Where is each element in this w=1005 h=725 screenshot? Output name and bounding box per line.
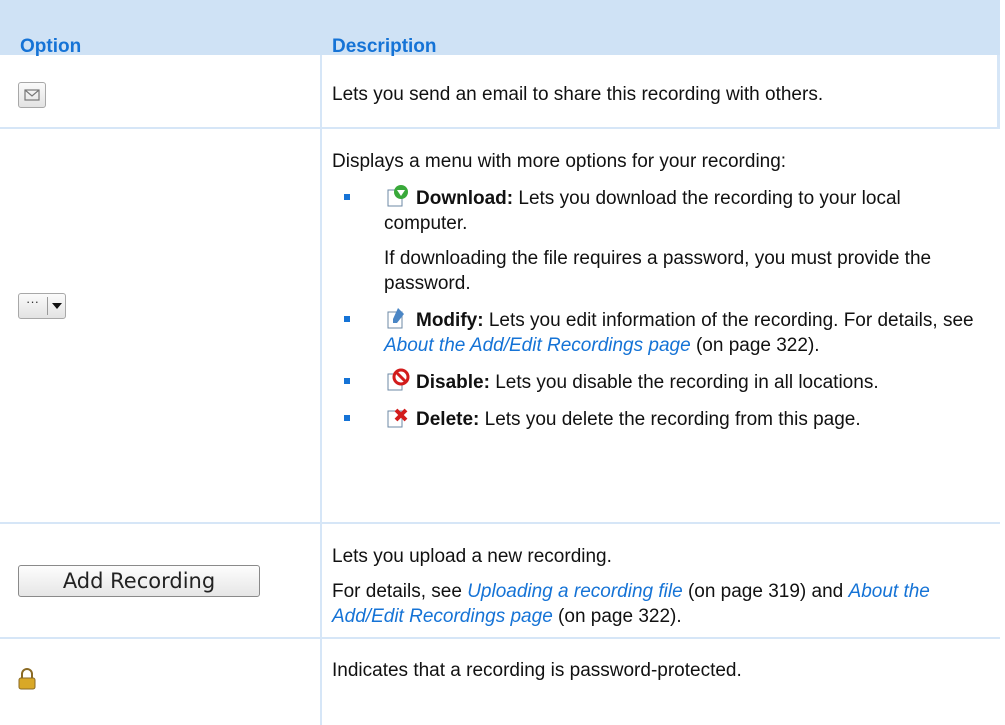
disable-icon: [387, 368, 410, 391]
bullet: [344, 378, 350, 384]
envelope-icon: [24, 89, 40, 101]
modify-icon: [387, 308, 404, 329]
download-icon: [387, 185, 408, 207]
row-divider: [0, 522, 1000, 524]
add-edit-recordings-link[interactable]: About the Add/Edit Recordings page: [384, 335, 691, 356]
lock-icon: [18, 668, 36, 690]
add-recording-details: For details, see Uploading a recording f…: [332, 581, 930, 627]
table-header: Option Description: [0, 0, 1000, 57]
column-divider: [320, 55, 322, 725]
more-options-description: Displays a menu with more options for yo…: [332, 149, 987, 442]
add-recording-description: Lets you upload a new recording. For det…: [332, 544, 987, 629]
button-separator: [47, 297, 48, 315]
email-description: Lets you send an email to share this rec…: [332, 84, 824, 105]
bullet: [344, 194, 350, 200]
more-options-button[interactable]: ···: [18, 293, 66, 319]
list-item-delete: Delete: Lets you delete the recording fr…: [332, 405, 987, 432]
bullet: [344, 316, 350, 322]
email-button[interactable]: [18, 82, 46, 108]
right-border: [997, 55, 1000, 127]
option-column-header: Option: [20, 36, 82, 57]
delete-icon: [387, 408, 408, 428]
bullet: [344, 415, 350, 421]
options-table: Option Description Lets you send an emai…: [0, 0, 1000, 725]
row-divider: [0, 127, 1000, 129]
description-column-header: Description: [332, 36, 437, 57]
options-list-continued: Modify: Lets you edit information of the…: [332, 306, 987, 432]
chevron-down-icon: [52, 303, 62, 309]
uploading-recording-link[interactable]: Uploading a recording file: [467, 581, 682, 602]
list-item-modify: Modify: Lets you edit information of the…: [332, 306, 987, 358]
lock-description: Indicates that a recording is password-p…: [332, 660, 742, 681]
row-divider: [0, 637, 1000, 639]
options-list: Download: Lets you download the recordin…: [332, 184, 987, 236]
add-recording-button[interactable]: Add Recording: [18, 565, 260, 597]
ellipsis-icon: ···: [26, 294, 39, 309]
download-note: If downloading the file requires a passw…: [384, 248, 932, 294]
list-item-download: Download: Lets you download the recordin…: [332, 184, 987, 236]
list-item-disable: Disable: Lets you disable the recording …: [332, 368, 987, 395]
